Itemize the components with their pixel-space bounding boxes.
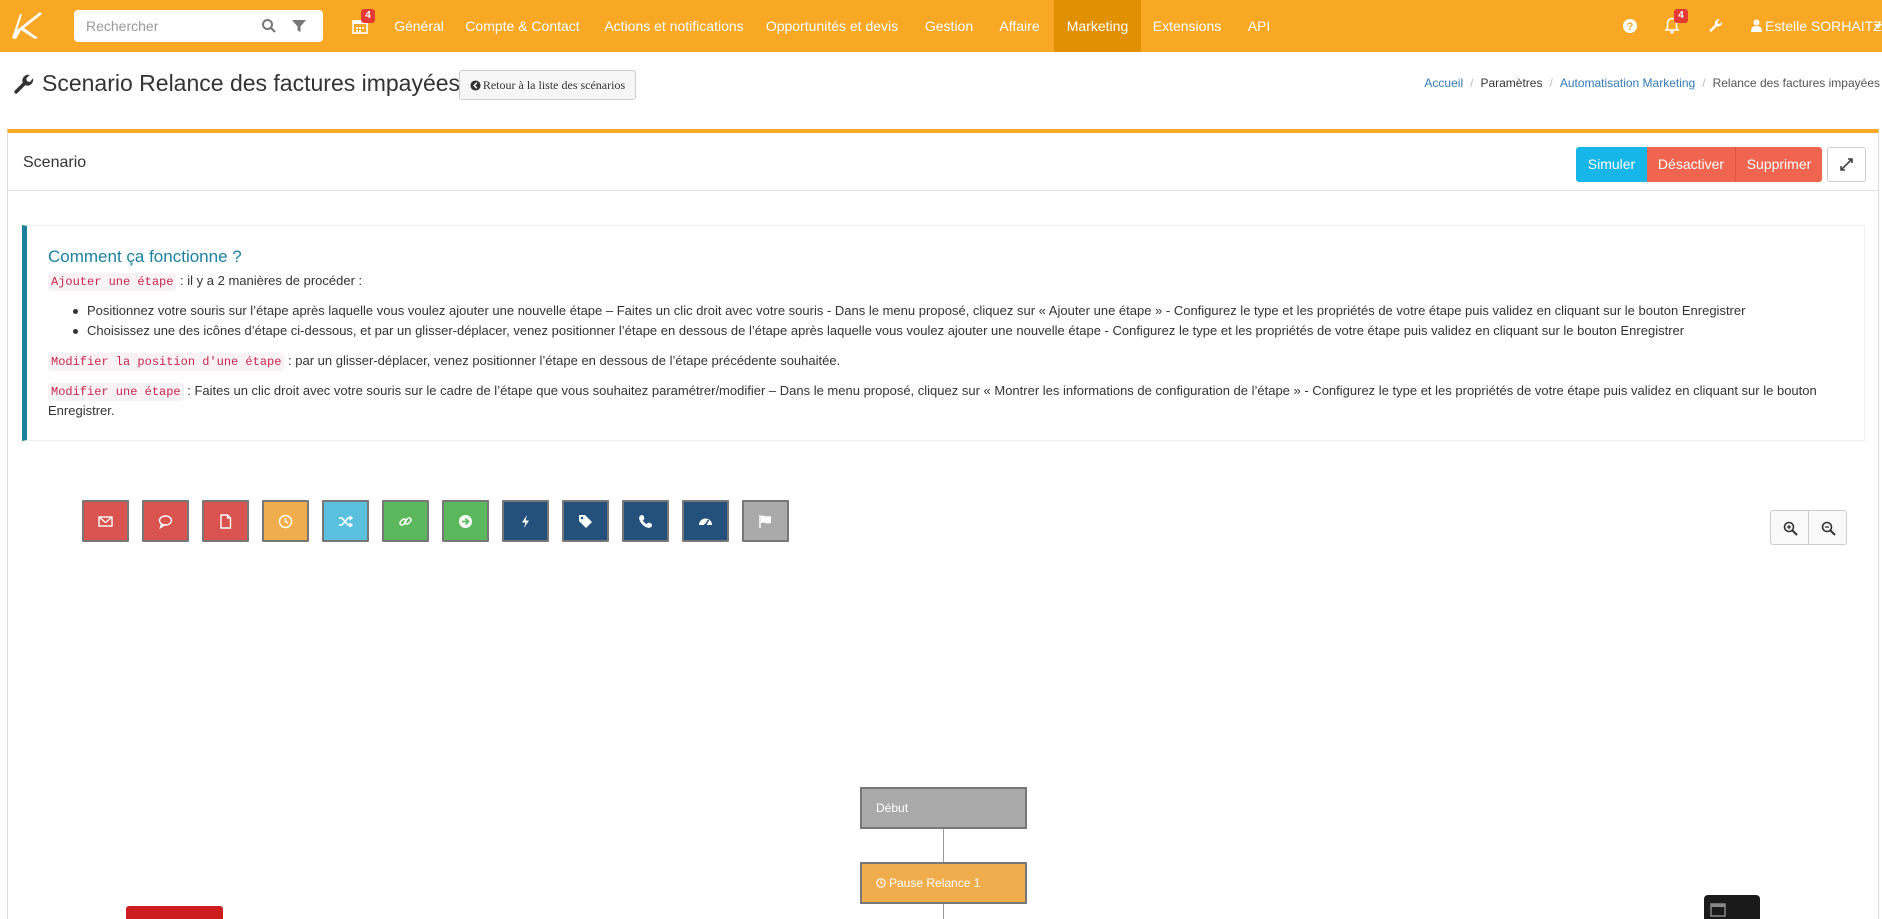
simulate-button[interactable]: Simuler — [1576, 147, 1647, 182]
search-input[interactable] — [86, 17, 266, 35]
step-random-button[interactable] — [322, 500, 369, 542]
comment-icon — [158, 515, 173, 529]
edit-step-text: : Faites un clic droit avec votre souris… — [183, 383, 1817, 398]
step-trigger-button[interactable] — [502, 500, 549, 542]
flow-connector — [943, 904, 944, 919]
step-tag-button[interactable] — [562, 500, 609, 542]
dashboard-icon — [699, 518, 712, 527]
panel-title: Scenario — [23, 154, 87, 171]
floating-widget[interactable] — [1704, 895, 1760, 919]
filter-icon[interactable] — [291, 18, 307, 34]
user-icon — [1751, 19, 1762, 32]
notifications-badge: 4 — [1674, 9, 1688, 23]
step-link-button[interactable] — [382, 500, 429, 542]
step-call-button[interactable] — [622, 500, 669, 542]
back-button-label: Retour à la liste des scénarios — [482, 78, 626, 92]
step-goto-button[interactable] — [442, 500, 489, 542]
help-edit-line-2: Enregistrer. — [48, 403, 115, 418]
breadcrumb-current: Relance des factures impayées — [1712, 76, 1880, 90]
add-step-code: Ajouter une étape — [48, 273, 177, 291]
app-logo[interactable] — [6, 8, 46, 44]
zoom-in-button[interactable] — [1770, 510, 1809, 545]
file-icon — [220, 514, 232, 529]
flow-node-pause-label: Pause Relance 1 — [889, 876, 981, 890]
zoom-in-icon — [1783, 521, 1798, 536]
flow-node-pause[interactable]: Pause Relance 1 — [860, 862, 1027, 904]
help-title: Comment ça fonctionne ? — [48, 247, 242, 266]
nav-general[interactable]: Général — [392, 0, 446, 52]
calendar-icon — [1710, 903, 1726, 917]
flag-icon — [759, 515, 771, 528]
edit-step-code: Modifier une étape — [48, 383, 184, 401]
tag-icon — [579, 515, 592, 528]
phone-icon — [639, 515, 652, 528]
search-icon[interactable] — [261, 18, 277, 34]
delete-button[interactable]: Supprimer — [1735, 147, 1822, 182]
flow-node-start[interactable]: Début — [860, 787, 1027, 829]
arrow-circle-right-icon — [459, 515, 472, 528]
move-step-text: : par un glisser-déplacer, venez positio… — [284, 353, 841, 368]
help-add-line: Ajouter une étape : il y a 2 manières de… — [48, 273, 363, 291]
back-to-scenarios-button[interactable]: Retour à la liste des scénarios — [459, 70, 636, 100]
nav-api[interactable]: API — [1236, 0, 1282, 52]
clock-icon — [278, 514, 293, 529]
nav-actions-notifications[interactable]: Actions et notifications — [599, 0, 749, 52]
envelope-icon — [98, 516, 113, 527]
step-document-button[interactable] — [202, 500, 249, 542]
clock-icon — [876, 878, 886, 888]
panel-header: Scenario Simuler Désactiver Supprimer — [8, 133, 1878, 191]
help-edit-line: Modifier une étape : Faites un clic droi… — [48, 383, 1817, 401]
nav-management[interactable]: Gestion — [914, 0, 984, 52]
flow-connector — [943, 828, 944, 862]
random-icon — [339, 515, 353, 528]
step-email-button[interactable] — [82, 500, 129, 542]
nav-extensions[interactable]: Extensions — [1146, 0, 1228, 52]
bolt-icon — [522, 515, 529, 528]
nav-account-contact[interactable]: Compte & Contact — [459, 0, 586, 52]
floating-action-button[interactable] — [126, 906, 223, 919]
arrow-circle-left-icon — [470, 80, 481, 91]
step-end-button[interactable] — [742, 500, 789, 542]
disable-button[interactable]: Désactiver — [1647, 147, 1735, 182]
step-pause-button[interactable] — [262, 500, 309, 542]
svg-text:?: ? — [1627, 21, 1634, 33]
help-bullet-2: Choisissez une des icônes d’étape ci-des… — [72, 323, 1685, 338]
wrench-icon[interactable] — [1708, 18, 1724, 34]
user-name: Estelle SORHAITZ — [1765, 18, 1882, 34]
nav-marketing[interactable]: Marketing — [1054, 0, 1141, 52]
breadcrumb: Accueil / Paramètres / Automatisation Market… — [1424, 76, 1880, 90]
search-box — [74, 10, 323, 42]
step-score-button[interactable] — [682, 500, 729, 542]
fullscreen-button[interactable] — [1827, 147, 1866, 182]
top-navbar: 4 Général Compte & Contact Actions et no… — [0, 0, 1882, 52]
help-bullet-1: Positionnez votre souris sur l’étape apr… — [72, 303, 1746, 318]
nav-opportunities-quotes[interactable]: Opportunités et devis — [763, 0, 901, 52]
zoom-out-button[interactable] — [1808, 510, 1847, 545]
breadcrumb-home[interactable]: Accueil — [1424, 76, 1463, 90]
breadcrumb-marketing-automation[interactable]: Automatisation Marketing — [1560, 76, 1695, 90]
page-title: Scenario Relance des factures impayées — [42, 70, 461, 96]
nav-business[interactable]: Affaire — [990, 0, 1049, 52]
help-icon[interactable]: ? — [1622, 18, 1638, 34]
wrench-icon — [14, 74, 34, 94]
move-step-code: Modifier la position d'une étape — [48, 353, 285, 371]
zoom-out-icon — [1821, 521, 1836, 536]
breadcrumb-settings[interactable]: Paramètres — [1480, 76, 1542, 90]
user-menu[interactable]: Estelle SORHAITZ — [1751, 0, 1882, 52]
expand-icon — [1840, 158, 1853, 171]
add-step-text: : il y a 2 manières de procéder : — [176, 273, 363, 288]
help-callout: Comment ça fonctionne ? Ajouter une étap… — [22, 225, 1865, 441]
caret-down-icon — [1874, 24, 1882, 29]
step-sms-button[interactable] — [142, 500, 189, 542]
link-icon — [399, 517, 412, 526]
calendar-badge: 4 — [361, 9, 375, 23]
help-move-line: Modifier la position d'une étape : par u… — [48, 353, 841, 371]
